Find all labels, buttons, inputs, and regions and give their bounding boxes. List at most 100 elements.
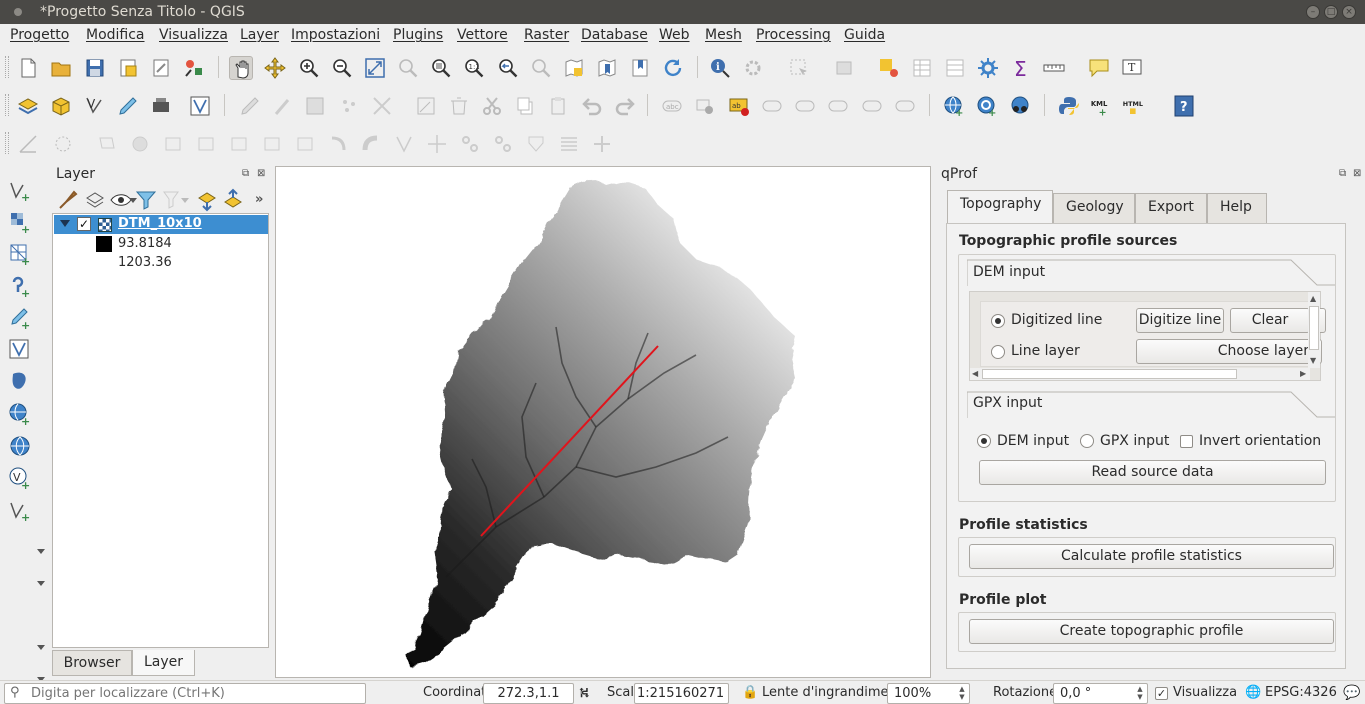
add-wms-icon[interactable]: + (8, 402, 32, 426)
magnifier-field[interactable]: 100% ▲ ▼ (887, 683, 970, 704)
tab-topography[interactable]: Topography (947, 190, 1053, 223)
tab-geology[interactable]: Geology (1053, 193, 1135, 223)
cut-features-icon[interactable] (480, 94, 504, 118)
add-postgis-icon[interactable] (8, 370, 32, 394)
fill-ring-icon[interactable] (128, 132, 152, 156)
lock-scale-icon[interactable]: 🔒 (742, 685, 758, 700)
coordinate-field[interactable]: 272.3,1.1 (483, 683, 574, 704)
filter-expression-icon[interactable] (160, 188, 180, 209)
menu-web[interactable]: Web (659, 27, 690, 43)
data-source-manager-icon[interactable] (49, 94, 73, 118)
attribute-table-icon[interactable] (910, 56, 934, 80)
pan-to-selection-icon[interactable] (263, 56, 287, 80)
gpx-input-radio[interactable] (1080, 434, 1094, 448)
minimize-button[interactable]: – (1306, 5, 1320, 19)
menu-modifica[interactable]: Modifica (86, 27, 145, 43)
deselect-all-icon[interactable] (877, 56, 901, 80)
expand-all-icon[interactable] (195, 188, 216, 212)
measure-line-icon[interactable] (1042, 56, 1066, 80)
modify-attributes-icon[interactable] (414, 94, 438, 118)
vertical-scrollbar[interactable]: ▲ ▼ (1308, 292, 1320, 368)
vertex-edit-icon[interactable] (370, 94, 394, 118)
read-source-data-button[interactable]: Read source data (979, 460, 1326, 485)
delete-selected-icon[interactable] (447, 94, 471, 118)
add-wcs-icon[interactable] (8, 434, 32, 458)
panel-close-icon[interactable]: ⊠ (257, 168, 265, 179)
open-styling-icon[interactable] (56, 188, 78, 209)
app-menu-icon[interactable] (14, 8, 22, 16)
delete-ring-icon[interactable] (161, 132, 185, 156)
toolbar-handle[interactable] (5, 132, 9, 154)
shape-digitize-icon[interactable] (590, 132, 614, 156)
invert-orientation-checkbox[interactable] (1180, 435, 1193, 448)
clear-button[interactable]: Clear (1230, 308, 1310, 333)
menu-raster[interactable]: Raster (524, 27, 569, 43)
panel-close-icon[interactable]: ⊠ (1353, 168, 1361, 179)
toggle-extents-icon[interactable]: ⛕ (579, 685, 589, 703)
merge-attributes-icon[interactable] (392, 132, 416, 156)
trim-extend-icon[interactable] (524, 132, 548, 156)
label-show-hide-icon[interactable] (760, 94, 784, 118)
wms-layer-icon[interactable]: + (942, 94, 966, 118)
field-calculator-icon[interactable] (943, 56, 967, 80)
select-features-icon[interactable] (787, 56, 811, 80)
layer-item-dtm[interactable]: ✓ DTM_10x10 (54, 215, 268, 234)
tab-export[interactable]: Export (1135, 193, 1207, 223)
manage-visibility-icon[interactable] (109, 188, 132, 208)
python-console-icon[interactable] (1057, 94, 1081, 118)
text-annotation-icon[interactable]: T (1120, 56, 1144, 80)
undo-icon[interactable] (580, 94, 604, 118)
merge-features-icon[interactable] (359, 132, 383, 156)
menu-database[interactable]: Database (581, 27, 648, 43)
new-map-view-icon[interactable] (562, 56, 586, 80)
refresh-icon[interactable] (661, 56, 685, 80)
add-wfs-icon[interactable]: V + (8, 466, 32, 490)
menu-guida[interactable]: Guida (844, 27, 885, 43)
label-change-icon[interactable] (860, 94, 884, 118)
add-delimited-text-icon[interactable]: + (8, 274, 32, 298)
panel-float-icon[interactable]: ⧉ (242, 168, 249, 179)
panel-float-icon[interactable]: ⧉ (1339, 168, 1346, 179)
menu-impostazioni[interactable]: Impostazioni (291, 27, 380, 43)
label-layer-icon[interactable]: abc (660, 94, 684, 118)
maximize-button[interactable]: □ (1324, 5, 1338, 19)
style-manager-icon[interactable] (182, 56, 206, 80)
toggle-editing-icon[interactable] (270, 94, 294, 118)
add-part-icon[interactable] (95, 132, 119, 156)
statistical-summary-icon[interactable]: Σ (1009, 56, 1033, 80)
menu-layer[interactable]: Layer (240, 27, 279, 43)
show-bookmarks-icon[interactable] (628, 56, 652, 80)
collapse-all-icon[interactable] (221, 188, 242, 208)
reverse-line-icon[interactable] (491, 132, 515, 156)
deselect-features-icon[interactable] (833, 56, 857, 80)
save-project-icon[interactable] (83, 56, 107, 80)
run-feature-action-icon[interactable] (741, 56, 765, 80)
simplify-icon[interactable] (458, 132, 482, 156)
label-move-icon[interactable] (793, 94, 817, 118)
reshape-icon[interactable] (227, 132, 251, 156)
add-feature-icon[interactable] (337, 94, 361, 118)
map-tips-icon[interactable] (1087, 56, 1111, 80)
zoom-native-icon[interactable]: 1:1 (462, 56, 486, 80)
toolbar-handle[interactable] (5, 56, 9, 78)
split-features-icon[interactable] (293, 132, 317, 156)
menu-vettore[interactable]: Vettore (457, 27, 508, 43)
vertex-tool-icon[interactable] (188, 94, 212, 118)
wfs-layer-icon[interactable]: + (975, 94, 999, 118)
label-highlight-icon[interactable]: ab (727, 94, 751, 118)
globe-plugin-icon[interactable] (1008, 94, 1032, 118)
more-tools-icon[interactable]: » (255, 192, 263, 207)
horizontal-scrollbar[interactable]: ◀ ▶ (970, 368, 1310, 380)
add-ring-icon[interactable] (51, 132, 75, 156)
zoom-last-icon[interactable] (496, 56, 520, 80)
close-button[interactable]: × (1342, 5, 1356, 19)
render-checkbox[interactable]: ✓ (1155, 687, 1168, 700)
add-layer-icon[interactable] (16, 94, 40, 118)
add-vector-layer-icon[interactable]: + (8, 178, 32, 202)
menu-processing[interactable]: Processing (756, 27, 831, 43)
filter-legend-icon[interactable] (134, 188, 157, 210)
new-shapefile-icon[interactable]: V (83, 94, 107, 118)
zoom-to-selection-icon[interactable] (396, 56, 420, 80)
locator-bar[interactable]: ⚲ (4, 683, 366, 704)
choose-layer-button[interactable]: Choose layer (1136, 339, 1322, 364)
